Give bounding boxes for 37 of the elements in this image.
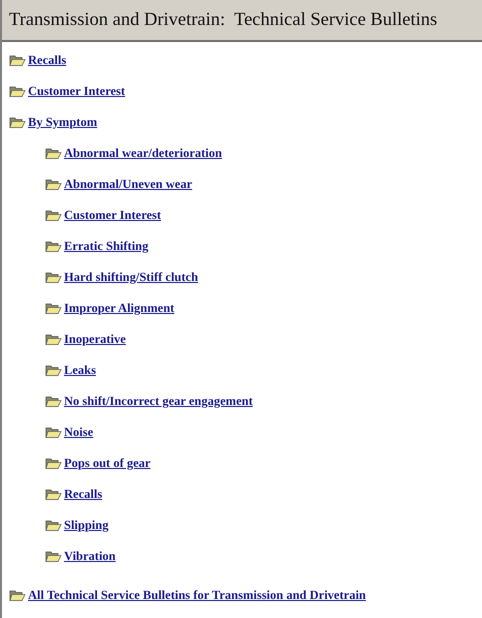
tree-link[interactable]: Abnormal wear/deterioration [64, 146, 222, 161]
tree-link[interactable]: Customer Interest [64, 208, 162, 223]
folder-icon [45, 488, 62, 501]
folder-icon [45, 147, 62, 160]
all-bulletins-link[interactable]: All Technical Service Bulletins for Transmission and Drivetrain [28, 588, 366, 603]
tree-link[interactable]: Recalls [28, 53, 66, 68]
page-title: Transmission and Drivetrain: Technical Service Bulletins [9, 10, 438, 30]
tree-link[interactable]: Customer Interest [28, 84, 126, 99]
folder-icon [45, 178, 62, 191]
folder-icon [45, 519, 62, 532]
folder-icon [45, 550, 62, 563]
tree-link[interactable]: By Symptom [28, 115, 98, 130]
folder-icon [45, 395, 62, 408]
folder-icon [45, 240, 62, 253]
tree-link[interactable]: Slipping [64, 518, 108, 533]
tree-link[interactable]: Improper Alignment [64, 301, 174, 316]
tree-link[interactable]: Erratic Shifting [64, 239, 148, 254]
tree-link[interactable]: Leaks [64, 363, 96, 378]
folder-icon [45, 457, 62, 470]
folder-icon [9, 85, 26, 98]
folder-icon [45, 302, 62, 315]
folder-icon [45, 426, 62, 439]
tree-link[interactable]: Vibration [64, 549, 116, 564]
folder-icon [9, 589, 26, 602]
tree-link[interactable]: Pops out of gear [64, 456, 150, 471]
folder-icon [45, 209, 62, 222]
tree-link[interactable]: Noise [64, 425, 94, 440]
folder-icon [9, 54, 26, 67]
tree-link[interactable]: Recalls [64, 487, 102, 502]
folder-icon [45, 364, 62, 377]
folder-icon [9, 116, 26, 129]
tree-link[interactable]: Inoperative [64, 332, 126, 347]
folder-icon [45, 271, 62, 284]
tree-link[interactable]: Abnormal/Uneven wear [64, 177, 192, 192]
folder-icon [45, 333, 62, 346]
tree-link[interactable]: Hard shifting/Stiff clutch [64, 270, 198, 285]
tree-link[interactable]: No shift/Incorrect gear engagement [64, 394, 253, 409]
